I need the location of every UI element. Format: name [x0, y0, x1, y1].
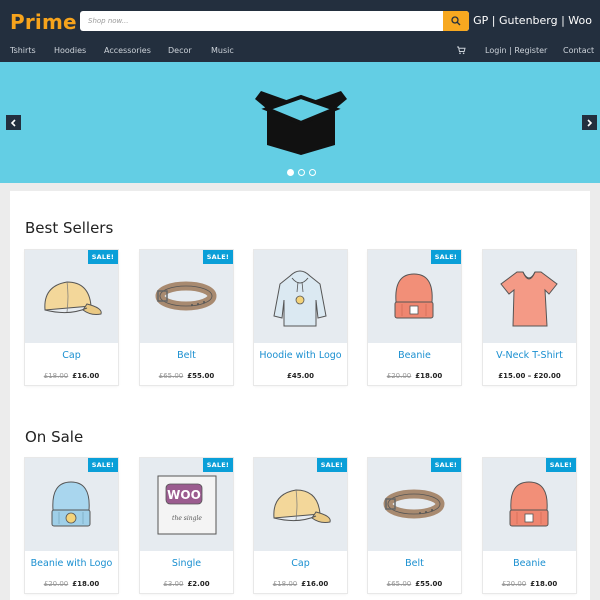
- product-price: £65.00 £55.00: [368, 580, 461, 588]
- product-card[interactable]: Hoodie with Logo £45.00: [254, 250, 347, 385]
- product-name[interactable]: Beanie: [368, 350, 461, 361]
- sale-badge: SALE!: [545, 458, 576, 472]
- product-price: £65.00 £55.00: [140, 372, 233, 380]
- product-price: £18.00 £16.00: [254, 580, 347, 588]
- current-price: £15.00 – £20.00: [498, 372, 561, 380]
- product-card[interactable]: SALE! Cap £18.00 £16.00: [25, 250, 118, 385]
- product-name[interactable]: Beanie: [483, 558, 576, 569]
- sale-badge: SALE!: [87, 458, 118, 472]
- current-price: £18.00: [415, 372, 443, 380]
- product-name[interactable]: Cap: [25, 350, 118, 361]
- slider-next-button[interactable]: [582, 115, 597, 130]
- product-price: £20.00 £18.00: [25, 580, 118, 588]
- old-price: £65.00: [386, 580, 412, 588]
- slider-dot-1[interactable]: [287, 169, 294, 176]
- single-badge-text: WOO: [167, 488, 201, 502]
- product-card[interactable]: V-Neck T-Shirt £15.00 – £20.00: [483, 250, 576, 385]
- product-name[interactable]: V-Neck T-Shirt: [483, 350, 576, 361]
- product-image[interactable]: [483, 250, 576, 343]
- login-register-link[interactable]: Login | Register: [485, 46, 547, 55]
- product-card[interactable]: SALE! Cap £18.00 £16.00: [254, 458, 347, 593]
- slider-dot-3[interactable]: [309, 169, 316, 176]
- old-price: £18.00: [43, 372, 69, 380]
- top-header: Prime GP | Gutenberg | Woo Tshirts Hoodi…: [0, 0, 600, 62]
- search-bar: [80, 11, 469, 31]
- product-price: £15.00 – £20.00: [483, 372, 576, 380]
- box-icon: [255, 91, 347, 155]
- nav-item-decor[interactable]: Decor: [168, 46, 192, 55]
- slider-prev-button[interactable]: [6, 115, 21, 130]
- search-button[interactable]: [443, 11, 469, 31]
- product-card[interactable]: WOO the single SALE! Single £3.00 £2.00: [140, 458, 233, 593]
- nav-item-music[interactable]: Music: [211, 46, 234, 55]
- old-price: £65.00: [158, 372, 184, 380]
- old-price: £20.00: [386, 372, 412, 380]
- nav-item-hoodies[interactable]: Hoodies: [54, 46, 86, 55]
- product-card[interactable]: SALE! Beanie £20.00 £18.00: [368, 250, 461, 385]
- current-price: £16.00: [301, 580, 329, 588]
- sale-badge: SALE!: [316, 458, 347, 472]
- search-icon: [451, 16, 461, 26]
- product-image[interactable]: [254, 250, 347, 343]
- current-price: £2.00: [187, 580, 210, 588]
- hero-slider: [0, 62, 600, 183]
- main-content: Best Sellers SALE! Cap £18.00 £16.00 SALE…: [10, 191, 590, 600]
- section-title-on-sale: On Sale: [25, 428, 84, 446]
- product-name[interactable]: Cap: [254, 558, 347, 569]
- product-name[interactable]: Belt: [140, 350, 233, 361]
- nav-item-tshirts[interactable]: Tshirts: [10, 46, 36, 55]
- chevron-left-icon: [10, 118, 16, 127]
- tshirt-icon: [500, 271, 558, 327]
- nav-item-accessories[interactable]: Accessories: [104, 46, 151, 55]
- product-price: £18.00 £16.00: [25, 372, 118, 380]
- sale-badge: SALE!: [202, 458, 233, 472]
- cart-icon[interactable]: [456, 45, 466, 55]
- single-caption-text: the single: [172, 515, 202, 522]
- product-price: £3.00 £2.00: [140, 580, 233, 588]
- product-card[interactable]: SALE! Belt £65.00 £55.00: [140, 250, 233, 385]
- site-logo[interactable]: Prime: [10, 10, 77, 34]
- old-price: £3.00: [163, 580, 184, 588]
- site-tagline-link[interactable]: GP | Gutenberg | Woo: [473, 14, 592, 27]
- current-price: £18.00: [72, 580, 100, 588]
- current-price: £18.00: [530, 580, 558, 588]
- product-card[interactable]: SALE! Beanie £20.00 £18.00: [483, 458, 576, 593]
- slider-dot-2[interactable]: [298, 169, 305, 176]
- product-price: £20.00 £18.00: [483, 580, 576, 588]
- slider-dots: [287, 169, 316, 176]
- product-name[interactable]: Hoodie with Logo: [254, 350, 347, 361]
- current-price: £16.00: [72, 372, 100, 380]
- old-price: £20.00: [43, 580, 69, 588]
- current-price: £55.00: [415, 580, 443, 588]
- sale-badge: SALE!: [202, 250, 233, 264]
- chevron-right-icon: [587, 118, 593, 127]
- product-card[interactable]: SALE! Belt £65.00 £55.00: [368, 458, 461, 593]
- sale-badge: SALE!: [87, 250, 118, 264]
- section-title-best-sellers: Best Sellers: [25, 219, 114, 237]
- product-name[interactable]: Belt: [368, 558, 461, 569]
- product-name[interactable]: Beanie with Logo: [25, 558, 118, 569]
- hoodie-icon: [273, 270, 327, 327]
- current-price: £55.00: [187, 372, 215, 380]
- product-price: £45.00: [254, 372, 347, 380]
- search-input[interactable]: [80, 11, 443, 31]
- current-price: £45.00: [286, 372, 314, 380]
- product-name[interactable]: Single: [140, 558, 233, 569]
- contact-link[interactable]: Contact: [563, 46, 594, 55]
- product-price: £20.00 £18.00: [368, 372, 461, 380]
- old-price: £18.00: [272, 580, 298, 588]
- sale-badge: SALE!: [430, 250, 461, 264]
- sale-badge: SALE!: [430, 458, 461, 472]
- old-price: £20.00: [501, 580, 527, 588]
- product-card[interactable]: SALE! Beanie with Logo £20.00 £18.00: [25, 458, 118, 593]
